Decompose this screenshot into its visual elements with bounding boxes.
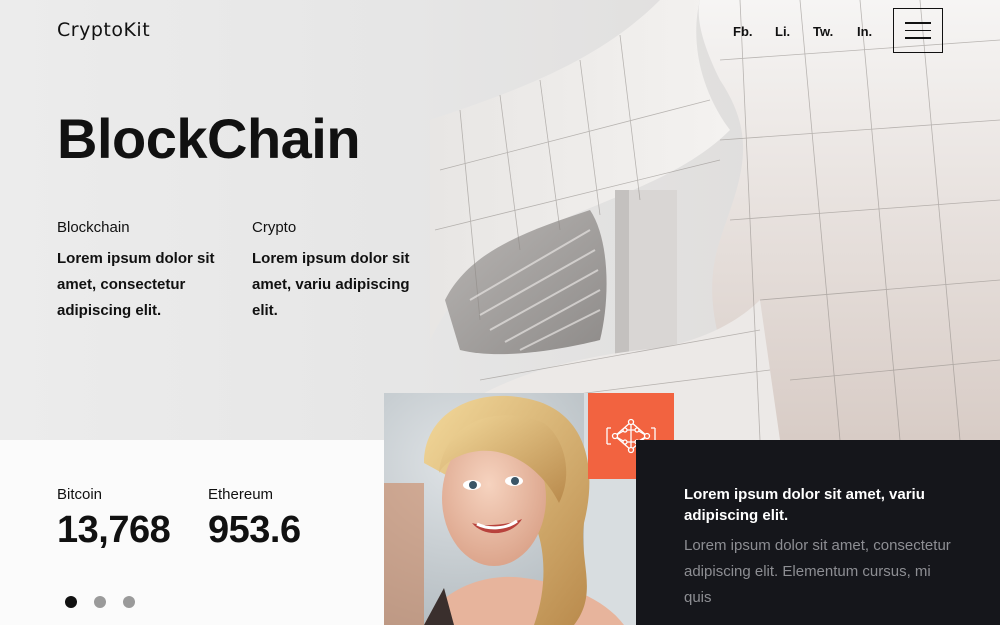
carousel-dot-1[interactable] (65, 596, 77, 608)
feature-label: Crypto (252, 219, 297, 236)
feature-label: Blockchain (57, 219, 130, 236)
stat-ethereum: Ethereum 953.6 (208, 486, 301, 552)
feature-text: Lorem ipsum dolor sit amet, variu adipis… (252, 250, 410, 319)
stat-label: Ethereum (208, 486, 274, 503)
info-panel: Lorem ipsum dolor sit amet, variu adipis… (636, 440, 1000, 625)
feature-blockchain: Blockchain Lorem ipsum dolor sit amet, c… (57, 219, 227, 324)
stat-value: 953.6 (208, 509, 301, 551)
feature-crypto: Crypto Lorem ipsum dolor sit amet, variu… (252, 219, 412, 324)
feature-text: Lorem ipsum dolor sit amet, consectetur … (57, 250, 215, 319)
social-link-facebook[interactable]: Fb. (733, 24, 753, 39)
price-stats-panel: Bitcoin 13,768 Ethereum 953.6 (0, 440, 384, 625)
page-title: BlockChain (57, 107, 361, 170)
carousel-dot-2[interactable] (94, 596, 106, 608)
info-body: Lorem ipsum dolor sit amet, consectetur … (684, 537, 951, 606)
social-link-twitter[interactable]: Tw. (813, 24, 833, 39)
hamburger-menu-icon (905, 22, 931, 24)
social-link-linkedin[interactable]: Li. (775, 24, 790, 39)
stat-bitcoin: Bitcoin 13,768 (57, 486, 171, 552)
info-heading: Lorem ipsum dolor sit amet, variu adipis… (684, 486, 925, 524)
social-link-instagram[interactable]: In. (857, 24, 872, 39)
carousel-dot-3[interactable] (123, 596, 135, 608)
brand-logo[interactable]: CryptoKit (57, 19, 150, 41)
stat-value: 13,768 (57, 509, 171, 551)
carousel-dots (65, 596, 135, 608)
stat-label: Bitcoin (57, 486, 103, 503)
menu-button[interactable] (893, 8, 943, 53)
